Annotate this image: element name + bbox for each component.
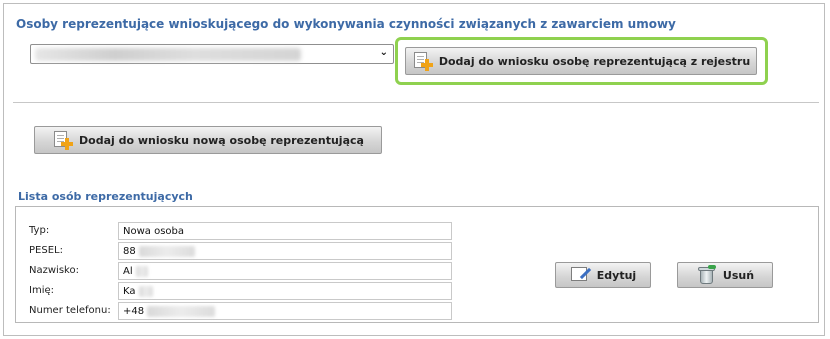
field-label-surname: Nazwisko: <box>29 265 79 276</box>
field-label-type: Typ: <box>29 225 50 236</box>
edit-button[interactable]: Edytuj <box>555 262 651 288</box>
redacted-text <box>135 266 148 277</box>
delete-button[interactable]: Usuń <box>677 262 773 288</box>
chevron-down-icon: ⌄ <box>379 47 388 58</box>
field-value-first-name: Ka <box>118 282 452 300</box>
field-value-type: Nowa osoba <box>118 222 452 240</box>
list-title: Lista osób reprezentujących <box>18 190 193 203</box>
add-new-person-button[interactable]: Dodaj do wniosku nową osobę reprezentują… <box>34 126 382 154</box>
add-new-person-label: Dodaj do wniosku nową osobę reprezentują… <box>79 133 364 147</box>
select-selected-value: — <box>35 48 301 61</box>
field-label-pesel: PESEL: <box>29 245 63 256</box>
redacted-text <box>138 246 195 257</box>
field-value-pesel: 88 <box>118 242 452 260</box>
add-document-icon <box>412 51 434 71</box>
add-from-registry-label: Dodaj do wniosku osobę reprezentującą z … <box>438 54 751 68</box>
section-title: Osoby reprezentujące wnioskującego do wy… <box>16 17 676 31</box>
add-from-registry-button[interactable]: Dodaj do wniosku osobę reprezentującą z … <box>405 47 757 75</box>
type-value: Nowa osoba <box>123 226 185 237</box>
registry-person-select[interactable]: — ⌄ <box>30 44 394 64</box>
delete-label: Usuń <box>722 268 755 282</box>
surname-value: Al <box>123 266 133 277</box>
phone-value: +48 <box>123 306 145 317</box>
redacted-text <box>147 306 216 317</box>
field-label-phone: Numer telefonu: <box>29 305 111 316</box>
field-label-first-name: Imię: <box>29 285 54 296</box>
edit-icon <box>570 265 592 285</box>
edit-label: Edytuj <box>596 268 637 282</box>
trash-icon <box>696 265 718 285</box>
field-value-surname: Al <box>118 262 452 280</box>
pesel-value: 88 <box>123 246 136 257</box>
divider <box>13 102 819 103</box>
field-value-phone: +48 <box>118 302 452 320</box>
add-document-icon <box>52 130 74 150</box>
first-name-value: Ka <box>123 286 136 297</box>
redacted-text <box>138 286 153 297</box>
